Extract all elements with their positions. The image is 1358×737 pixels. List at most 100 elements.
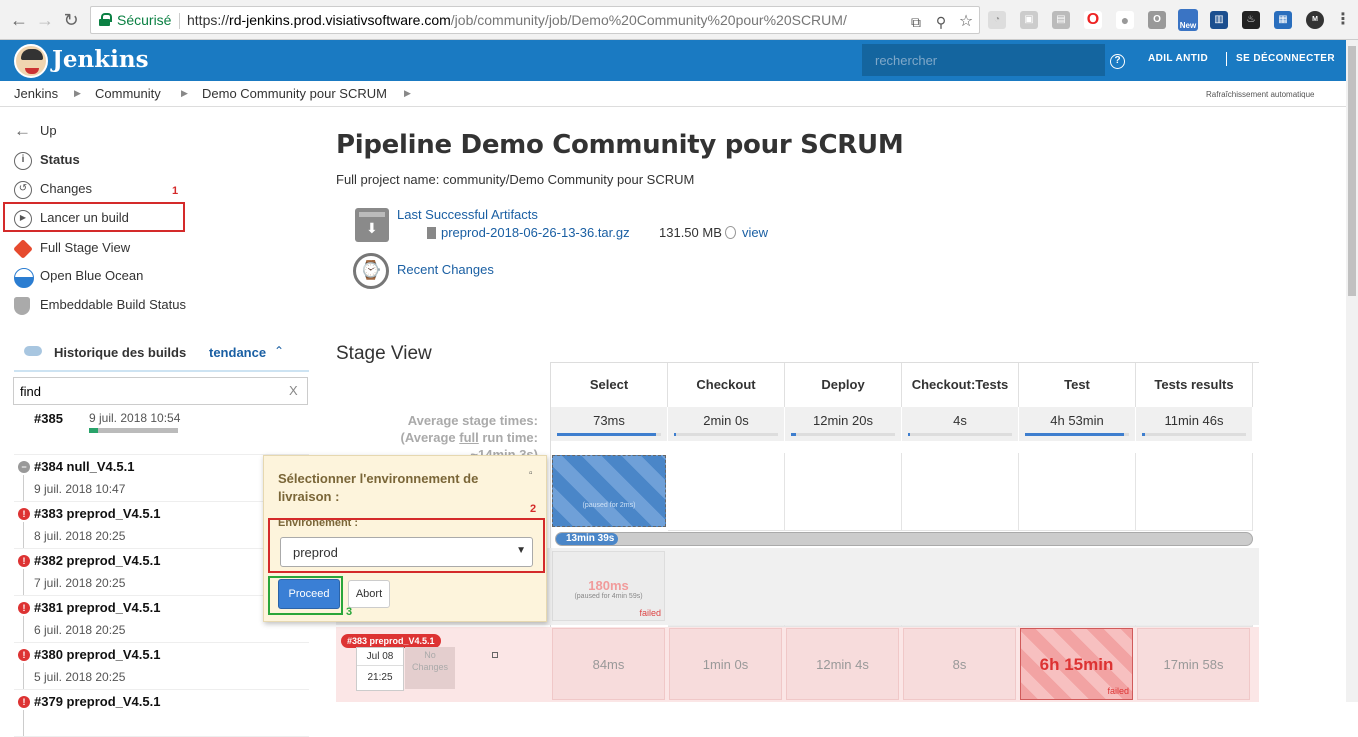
sidebar-item-label: Full Stage View [40,240,131,255]
build-badge[interactable]: #383 preprod_V4.5.1 [341,634,441,648]
url-host: rd-jenkins.prod.visiativsoftware.com [229,12,451,28]
build-number[interactable]: #382 preprod_V4.5.1 [34,553,160,568]
build-number[interactable]: #380 preprod_V4.5.1 [34,647,160,662]
trello-icon[interactable]: ▥ [1210,11,1228,29]
page-scrollbar[interactable] [1346,40,1358,702]
view-link[interactable]: view [742,225,768,240]
build-date[interactable]: 6 juil. 2018 20:25 [34,623,125,637]
user-link[interactable]: ADIL ANTID [1148,53,1208,64]
forward-icon[interactable]: → [34,9,56,31]
circle-extension-icon[interactable]: ● [1116,11,1134,29]
running-stage-cell[interactable]: (paused for 2ms) [552,455,666,527]
build-number[interactable]: #381 preprod_V4.5.1 [34,600,160,615]
stage-cell-failed[interactable]: 6h 15min failed [1020,628,1133,700]
build-number[interactable]: #384 null_V4.5.1 [34,459,134,474]
back-icon[interactable]: ← [8,9,30,31]
extension-icon[interactable]: ▤ [1052,11,1070,29]
sidebar-item-label: Up [40,123,57,138]
avg-time-value: 4s [953,413,967,428]
chevron-right-icon[interactable]: ▶ [181,88,188,99]
stage-cell-failed[interactable]: 17min 58s [1137,628,1250,700]
clear-icon[interactable]: X [289,383,298,398]
stage-column-header: Select [551,363,668,407]
build-date[interactable]: 9 juil. 2018 10:54 [89,411,180,425]
artifact-file-link[interactable]: preprod-2018-06-26-13-36.tar.gz [441,225,630,240]
build-row[interactable]: #385 9 juil. 2018 10:54 [14,408,309,455]
fire-icon[interactable]: ♨ [1242,11,1260,29]
bookmark-star-icon[interactable]: ☆ [956,9,976,31]
help-icon[interactable]: ? [1110,54,1125,69]
fingerprint-icon[interactable] [725,226,736,239]
empty-stage-cell [1136,453,1253,531]
breadcrumb-jenkins[interactable]: Jenkins [14,86,58,101]
last-successful-artifacts-link[interactable]: Last Successful Artifacts [397,207,538,222]
chevron-right-icon[interactable]: ▶ [404,88,411,99]
breadcrumb-job[interactable]: Demo Community pour SCRUM [202,86,387,101]
build-number[interactable]: #383 preprod_V4.5.1 [34,506,160,521]
stage-cell-failed[interactable]: 1min 0s [669,628,782,700]
console-icon[interactable] [492,652,498,658]
build-date[interactable]: 7 juil. 2018 20:25 [34,576,125,590]
avg-time-bar-fill [1025,433,1124,436]
stage-time: 17min 58s [1163,657,1224,672]
abort-button[interactable]: Abort [348,580,390,608]
stage-time: 1min 0s [702,657,749,672]
opera-icon[interactable]: O [1084,11,1102,29]
popup-close-icon[interactable]: ▫ [529,468,533,479]
extension-icon[interactable]: ▣ [1020,11,1038,29]
box-lid [359,212,385,217]
build-row[interactable]: ! #380 preprod_V4.5.1 5 juil. 2018 20:25 [14,643,309,690]
menu-dots-icon[interactable]: ⋮ [1334,11,1352,29]
extension-icon[interactable]: O [1148,11,1166,29]
find-input[interactable] [13,377,308,405]
trend-link[interactable]: tendance [209,345,266,360]
find-field[interactable]: X [13,377,308,405]
build-date[interactable]: 9 juil. 2018 10:47 [34,482,125,496]
stage-cell-failed[interactable]: 8s [903,628,1016,700]
sidebar-item-label: Embeddable Build Status [40,297,186,312]
build-date[interactable]: 5 juil. 2018 20:25 [34,670,125,684]
brand-title[interactable]: Jenkins [52,44,149,76]
address-bar[interactable]: Sécurisé https://rd-jenkins.prod.visiati… [90,6,980,34]
avg-full-value: ~14min 3s) [470,447,538,455]
build-date[interactable]: 8 juil. 2018 20:25 [34,529,125,543]
jenkins-logo-icon[interactable] [14,44,48,78]
url-text: https://rd-jenkins.prod.visiativsoftware… [187,7,847,33]
build-row[interactable]: ! #379 preprod_V4.5.1 [14,690,309,737]
reload-icon[interactable]: ↻ [60,9,82,31]
stage-column-header: Deploy [785,363,902,407]
build-number[interactable]: #385 [34,411,63,426]
breadcrumb-community[interactable]: Community [95,86,161,101]
avg-full-suffix: run time: [478,430,538,445]
avg-time-bar [908,433,1012,436]
zoom-icon[interactable]: ⚲ [931,9,951,31]
search-input[interactable] [862,44,1105,76]
build-status-icon: ! [18,508,30,520]
avg-full-value-clipped: ~14min 3s) [336,446,538,455]
timeline-line [23,616,24,642]
avg-time-bar [674,433,778,436]
recent-changes-link[interactable]: Recent Changes [397,262,494,277]
recent-changes-icon: ⌚ [353,253,389,289]
calendar-icon[interactable]: ▦ [1274,11,1292,29]
avg-full-link[interactable]: full [459,430,479,445]
jenkins-header: Jenkins ? ADIL ANTID SE DÉCONNECTER [0,40,1346,81]
logout-link[interactable]: SE DÉCONNECTER [1236,53,1335,64]
stage-cell-failed[interactable]: 84ms [552,628,665,700]
translate-icon[interactable]: ⧉ [906,9,926,31]
stage-column-header: Tests results [1136,363,1253,407]
extension-icon[interactable]: ◔ [988,11,1006,29]
row2-select-cell[interactable]: 180ms (paused for 4min 59s) failed [552,551,665,621]
build-status-icon: ! [18,649,30,661]
stage-average-time: 73ms [551,407,668,441]
chevron-up-icon[interactable]: ⌃ [274,344,284,358]
m-extension-icon[interactable]: M [1306,11,1324,29]
chevron-right-icon[interactable]: ▶ [74,88,81,99]
annotation-box-3 [268,576,343,615]
auto-refresh-link[interactable]: Rafraîchissement automatique [1206,90,1315,99]
scrollbar-thumb[interactable] [1348,46,1356,296]
new-extension-icon[interactable]: New [1178,9,1198,31]
build-history-header: Historique des builds tendance ⌃ [14,342,309,372]
stage-average-time: 11min 46s [1136,407,1253,441]
stage-cell-failed[interactable]: 12min 4s [786,628,899,700]
